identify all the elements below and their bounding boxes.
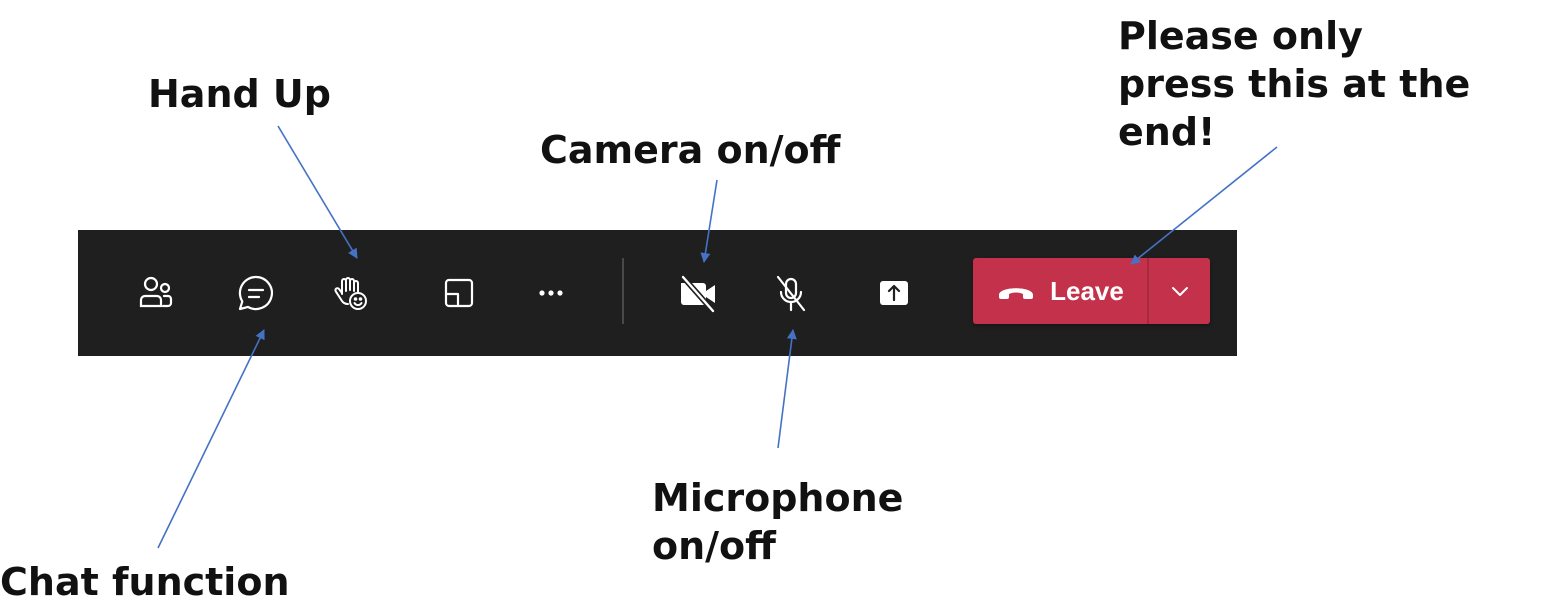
phone-hangup-icon — [999, 288, 1034, 299]
people-icon — [139, 276, 173, 308]
chevron-down-icon — [1171, 287, 1188, 296]
leave-warning-line-2: press this at the — [1118, 62, 1471, 106]
rooms-icon — [444, 278, 474, 308]
microphone-annotation-line-1: Microphone — [652, 476, 904, 520]
camera-off-icon — [680, 274, 716, 314]
toolbar-divider — [622, 258, 624, 324]
meeting-toolbar: Leave — [78, 230, 1237, 356]
leave-options-button[interactable] — [1149, 258, 1210, 324]
chat-button[interactable] — [228, 265, 284, 321]
chat-annotation: Chat function — [0, 560, 290, 604]
chat-icon — [238, 275, 273, 311]
microphone-off-icon — [776, 275, 806, 312]
microphone-toggle-button[interactable] — [763, 265, 819, 321]
share-tray-icon — [880, 281, 908, 305]
leave-warning-line-3: end! — [1118, 110, 1216, 154]
more-options-icon — [539, 290, 563, 296]
microphone-annotation-line-2: on/off — [652, 524, 776, 568]
more-options-button[interactable] — [523, 265, 579, 321]
hand-up-annotation: Hand Up — [148, 72, 331, 116]
people-button[interactable] — [128, 265, 184, 321]
raise-hand-reaction-icon — [334, 277, 367, 310]
reactions-button[interactable] — [323, 265, 379, 321]
leave-button-group: Leave — [973, 258, 1210, 324]
leave-button[interactable]: Leave — [973, 258, 1147, 324]
rooms-button[interactable] — [431, 265, 487, 321]
share-tray-button[interactable] — [866, 265, 922, 321]
leave-warning-annotation: Please only press this at the end! — [1118, 12, 1470, 156]
leave-label: Leave — [1050, 275, 1124, 306]
camera-toggle-button[interactable] — [669, 265, 725, 321]
leave-warning-line-1: Please only — [1118, 14, 1363, 58]
chat-arrow — [157, 329, 265, 549]
camera-annotation: Camera on/off — [540, 128, 841, 172]
microphone-annotation: Microphone on/off — [652, 474, 903, 570]
